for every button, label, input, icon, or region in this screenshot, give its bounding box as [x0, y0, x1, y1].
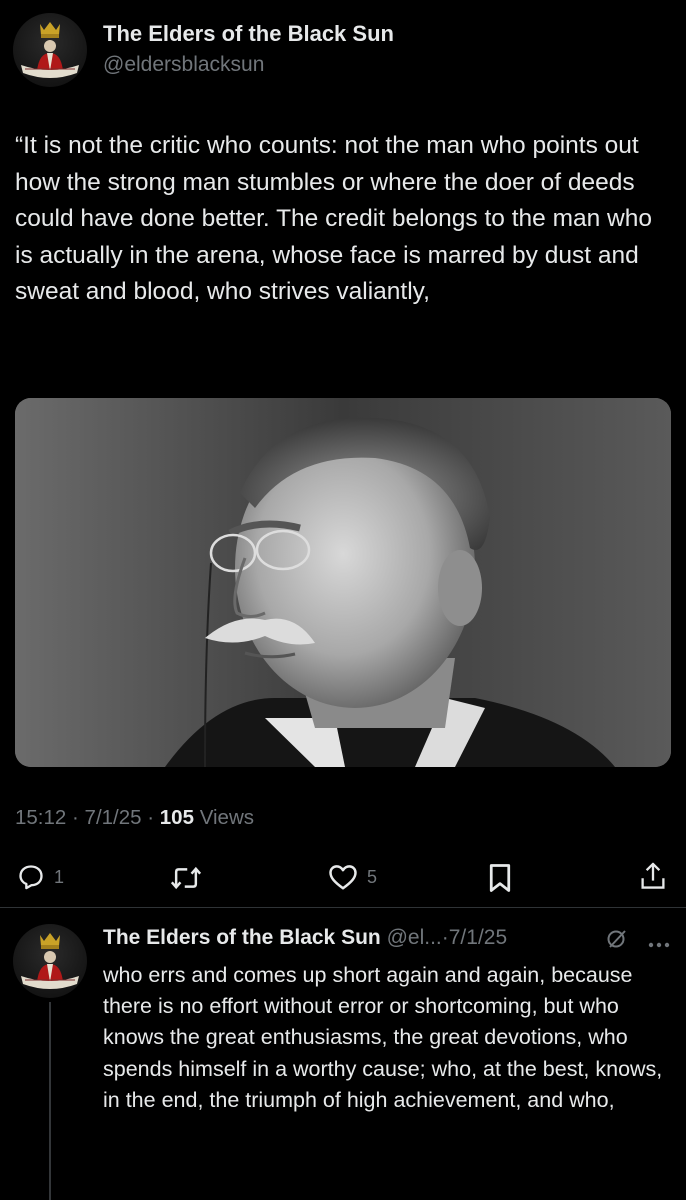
reply-separator: ·	[441, 926, 449, 949]
reply-count: 1	[54, 866, 65, 887]
share-button[interactable]	[639, 861, 667, 891]
like-button[interactable]: 5	[328, 863, 377, 891]
reply-date[interactable]: 7/1/25	[449, 926, 507, 949]
reply-button[interactable]: 1	[17, 863, 64, 891]
heart-icon	[329, 865, 357, 890]
reply-author-handle[interactable]: @el...	[387, 926, 442, 949]
tweet-photo[interactable]	[15, 398, 671, 767]
crest-icon	[21, 22, 79, 78]
tweet-date[interactable]: 7/1/25	[85, 806, 142, 829]
views-label: Views	[199, 806, 255, 829]
tweet-time[interactable]: 15:12	[15, 806, 66, 829]
like-count: 5	[367, 866, 378, 887]
views-count[interactable]: 105	[160, 806, 194, 829]
reply-author-name[interactable]: The Elders of the Black Sun	[103, 926, 381, 949]
reply-header: The Elders of the Black Sun @el...·7/1/2…	[103, 926, 507, 950]
share-icon	[641, 862, 665, 889]
meta-separator: ·	[147, 806, 155, 829]
avatar[interactable]	[13, 13, 87, 87]
bookmark-button[interactable]	[487, 863, 513, 893]
tweet-meta: 15:12 · 7/1/25 · 105 Views	[15, 806, 254, 830]
tweet-text: “It is not the critic who counts: not th…	[15, 132, 652, 305]
reply-icon	[19, 865, 43, 890]
meta-separator: ·	[72, 806, 79, 829]
author-name[interactable]: The Elders of the Black Sun	[103, 21, 394, 47]
portrait-image	[15, 398, 671, 767]
author-handle[interactable]: @eldersblacksun	[103, 53, 264, 77]
reply-text: who errs and comes up short again and ag…	[103, 963, 663, 1112]
retweet-button[interactable]	[170, 864, 202, 892]
retweet-icon	[170, 866, 202, 890]
more-button[interactable]	[648, 936, 670, 954]
divider	[0, 907, 686, 908]
more-icon	[648, 942, 670, 948]
bookmark-icon	[489, 864, 511, 892]
grok-icon	[607, 930, 626, 948]
reply-avatar[interactable]	[13, 924, 87, 998]
grok-button[interactable]	[606, 928, 628, 955]
thread-line	[49, 1002, 51, 1200]
crest-icon	[21, 933, 79, 989]
